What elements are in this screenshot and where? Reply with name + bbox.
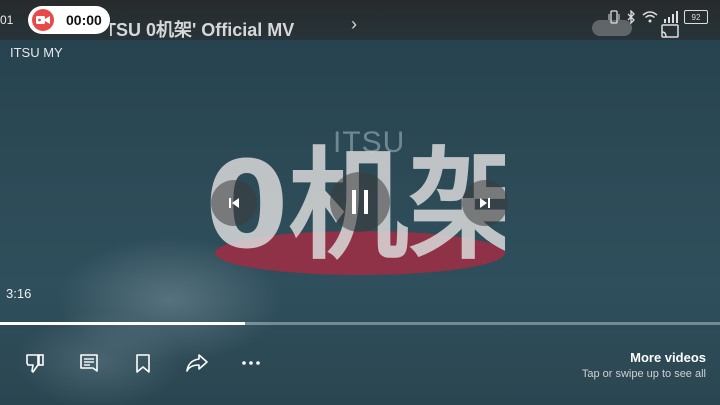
dislike-button[interactable] [22,350,48,376]
next-button[interactable] [462,180,508,226]
chevron-right-icon[interactable]: › [351,14,357,35]
elapsed-time: 3:16 [6,286,32,301]
screen-recorder-pill[interactable]: 00:00 [28,6,110,34]
status-icons: 92 [608,10,708,24]
pause-icon [352,190,368,214]
save-button[interactable] [130,350,156,376]
more-options-button[interactable] [238,350,264,376]
action-bar [0,350,300,380]
more-videos-subtitle: Tap or swipe up to see all [581,368,706,380]
channel-name[interactable]: ITSU MY [10,45,63,60]
more-videos-title: More videos [630,350,706,365]
save-icon [136,354,150,373]
previous-button[interactable] [211,180,257,226]
comments-button[interactable] [76,350,102,376]
share-icon [186,354,208,372]
signal-icon [664,11,678,23]
status-time: 01 [0,13,14,27]
previous-icon [229,198,239,208]
seek-bar-progress [0,322,245,325]
more-videos-panel[interactable]: More videos Tap or swipe up to see all [582,350,706,380]
vibrate-icon [608,10,620,24]
next-icon [480,198,490,208]
pause-button[interactable] [330,172,390,232]
recording-timer: 00:00 [66,12,102,28]
comment-icon [80,354,98,372]
more-icon [242,361,260,365]
share-button[interactable] [184,350,210,376]
dislike-icon [26,354,44,373]
bluetooth-icon [627,10,635,24]
battery-level: 92 [691,12,701,22]
wifi-icon [642,11,658,23]
record-camera-icon [32,9,54,31]
top-overlay-bar: 01 00:00 Stay...ing 'ITSU 0机架' Official … [0,0,720,40]
seek-bar[interactable] [0,322,720,325]
battery-icon: 92 [684,10,708,24]
cast-icon[interactable] [660,24,680,38]
